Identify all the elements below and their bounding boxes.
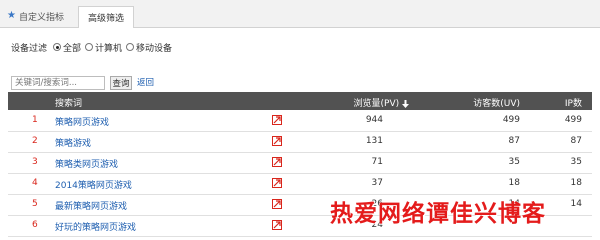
- row-pv: 944: [365, 115, 383, 125]
- external-link-icon[interactable]: [272, 178, 282, 188]
- radio-mobile-indicator[interactable]: [126, 43, 135, 51]
- row-keyword-link[interactable]: 2014策略网页游戏: [55, 178, 132, 191]
- header-pv-label: 浏览量(PV): [353, 99, 400, 109]
- row-index: 4: [32, 178, 38, 188]
- external-link-icon[interactable]: [272, 115, 282, 125]
- radio-all[interactable]: 全部: [53, 41, 81, 54]
- row-pv: 71: [371, 157, 383, 167]
- table-header: 搜索词 浏览量(PV) 访客数(UV) IP数: [8, 92, 592, 110]
- header-keyword: 搜索词: [55, 99, 83, 109]
- row-uv: 87: [508, 136, 520, 146]
- device-filter: 设备过滤 全部 计算机 移动设备: [11, 40, 176, 54]
- search-button[interactable]: 查询: [110, 76, 132, 90]
- row-uv: 499: [502, 115, 520, 125]
- table-row: 2 策略游戏 131 87 87: [8, 131, 592, 153]
- radio-all-label: 全部: [63, 43, 82, 54]
- header-ip[interactable]: IP数: [565, 96, 582, 109]
- row-keyword-link[interactable]: 策略类网页游戏: [55, 157, 118, 170]
- row-keyword-link[interactable]: 最新策略网页游戏: [55, 199, 127, 212]
- external-link-icon[interactable]: [272, 199, 282, 209]
- external-link-icon[interactable]: [272, 220, 282, 230]
- back-link[interactable]: 返回: [137, 76, 154, 90]
- row-uv: 18: [508, 178, 520, 188]
- row-ip: 14: [570, 199, 582, 209]
- table-row: 4 2014策略网页游戏 37 18 18: [8, 173, 592, 195]
- radio-computer[interactable]: 计算机: [85, 41, 122, 54]
- row-ip: 35: [570, 157, 582, 167]
- watermark-text: 热爱网络谭佳兴博客: [330, 201, 546, 227]
- tab-custom-label: 自定义指标: [18, 12, 64, 23]
- row-index: 6: [32, 220, 38, 230]
- row-keyword-link[interactable]: 策略网页游戏: [55, 115, 109, 128]
- row-keyword-link[interactable]: 好玩的策略网页游戏: [55, 220, 136, 233]
- table-row: 1 策略网页游戏 944 499 499: [8, 110, 592, 132]
- row-index: 3: [32, 157, 38, 167]
- header-uv[interactable]: 访客数(UV): [473, 96, 520, 109]
- radio-computer-indicator[interactable]: [85, 43, 94, 51]
- row-ip: 18: [570, 178, 582, 188]
- table-row: 3 策略类网页游戏 71 35 35: [8, 152, 592, 174]
- external-link-icon[interactable]: [272, 136, 282, 146]
- row-index: 5: [32, 199, 38, 209]
- external-link-icon[interactable]: [272, 157, 282, 167]
- row-ip: 499: [564, 115, 582, 125]
- radio-all-indicator[interactable]: [53, 43, 62, 51]
- radio-mobile[interactable]: 移动设备: [126, 41, 172, 54]
- row-index: 1: [32, 115, 38, 125]
- star-icon: ★: [7, 10, 16, 21]
- tab-custom-metrics[interactable]: ★ 自定义指标: [7, 8, 64, 24]
- row-pv: 37: [371, 178, 383, 188]
- tab-bar: ★ 自定义指标 高级筛选: [0, 0, 600, 28]
- row-keyword-link[interactable]: 策略游戏: [55, 136, 91, 149]
- tab-advanced-label: 高级筛选: [87, 14, 124, 24]
- search-input[interactable]: [11, 76, 105, 90]
- row-index: 2: [32, 136, 38, 146]
- row-pv: 131: [365, 136, 383, 146]
- radio-mobile-label: 移动设备: [136, 43, 173, 54]
- tab-advanced-filter[interactable]: 高级筛选: [78, 6, 134, 28]
- arrow-down-icon: [402, 99, 409, 108]
- row-ip: 87: [570, 136, 582, 146]
- row-uv: 35: [508, 157, 520, 167]
- header-pv[interactable]: 浏览量(PV): [354, 96, 409, 109]
- device-filter-label: 设备过滤: [11, 43, 48, 54]
- radio-computer-label: 计算机: [95, 43, 123, 54]
